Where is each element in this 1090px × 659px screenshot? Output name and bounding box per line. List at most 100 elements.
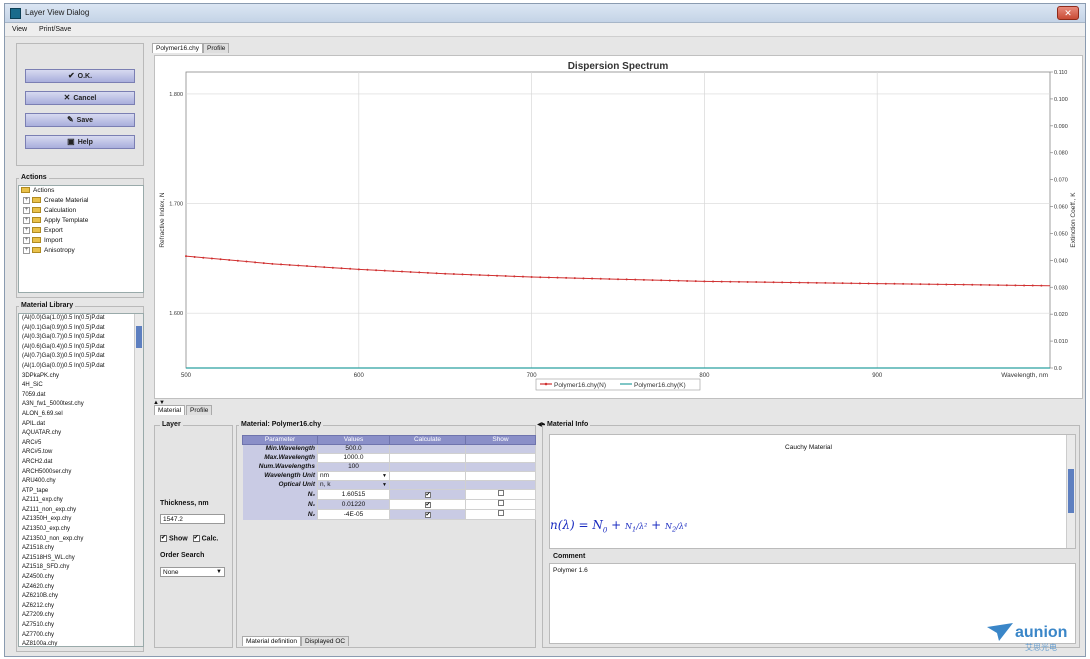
calculate-checkbox[interactable]: ✔: [424, 491, 431, 498]
show-checkbox[interactable]: [497, 500, 504, 506]
expand-icon[interactable]: +: [23, 196, 30, 204]
calculate-checkbox[interactable]: ✔: [424, 501, 431, 508]
library-item[interactable]: APIL.dat: [19, 420, 143, 430]
param-name: N₀: [242, 489, 318, 500]
library-item[interactable]: ARU400.chy: [19, 477, 143, 487]
y2-tick-label: 0.070: [1054, 178, 1068, 184]
param-row: Min.Wavelength 500.0: [242, 444, 536, 454]
library-item[interactable]: 3DPkaPK.chy: [19, 372, 143, 382]
tree-item-export[interactable]: + Export: [19, 226, 143, 236]
library-item[interactable]: AZ1518.chy: [19, 544, 143, 554]
library-scrollbar[interactable]: [134, 314, 143, 646]
series-n-marker: [815, 281, 818, 284]
close-button[interactable]: ✕: [1057, 6, 1079, 20]
library-item[interactable]: ALON_6.69.sel: [19, 410, 143, 420]
library-item[interactable]: AZ4620.chy: [19, 583, 143, 593]
param-value[interactable]: 0.01220: [317, 499, 390, 510]
cancel-button[interactable]: ✕ Cancel: [25, 91, 135, 105]
library-item[interactable]: (Al(1.0)Ga(0.0))0.5 In(0.5)P.dat: [19, 362, 143, 372]
param-value[interactable]: 500.0: [317, 444, 390, 454]
param-value[interactable]: 1000.0: [317, 453, 390, 463]
tree-root[interactable]: Actions: [19, 186, 143, 196]
library-item[interactable]: ARCH5000ser.chy: [19, 468, 143, 478]
calc-checkbox[interactable]: ✔: [192, 535, 200, 542]
library-item[interactable]: (Al(0.0)Ga(1.0))0.5 In(0.5)P.dat: [19, 314, 143, 324]
subtab-material-definition[interactable]: Material definition: [242, 636, 301, 646]
library-item[interactable]: AQUATAR.chy: [19, 429, 143, 439]
tree-item-label: Apply Template: [44, 217, 89, 224]
library-item[interactable]: AZ1350H_exp.chy: [19, 515, 143, 525]
series-n-marker: [357, 268, 360, 271]
library-item[interactable]: AZ1518HS_WL.chy: [19, 554, 143, 564]
tree-item-import[interactable]: + Import: [19, 236, 143, 246]
menu-view[interactable]: View: [12, 26, 27, 33]
library-item[interactable]: AZ111_non_exp.chy: [19, 506, 143, 516]
save-button[interactable]: ✎ Save: [25, 113, 135, 127]
library-item[interactable]: AZ1350J_non_exp.chy: [19, 535, 143, 545]
library-item[interactable]: (Al(0.1)Ga(0.9))0.5 In(0.5)P.dat: [19, 324, 143, 334]
tree-item-create-material[interactable]: + Create Material: [19, 196, 143, 206]
param-value[interactable]: -4E-05: [317, 509, 390, 520]
order-search-select[interactable]: None ▼: [160, 567, 225, 577]
series-n-marker: [236, 259, 239, 262]
expand-icon[interactable]: +: [23, 206, 30, 214]
expand-icon[interactable]: +: [23, 216, 30, 224]
expand-icon[interactable]: +: [23, 236, 30, 244]
expand-icon[interactable]: +: [23, 226, 30, 234]
tree-item-apply-template[interactable]: + Apply Template: [19, 216, 143, 226]
tab-material[interactable]: Material: [154, 405, 186, 415]
expand-icon[interactable]: +: [23, 246, 30, 254]
library-item[interactable]: ARC#5.tow: [19, 448, 143, 458]
y-tick-label: 1.600: [169, 311, 183, 317]
material-library-list[interactable]: (Al(0.0)Ga(1.0))0.5 In(0.5)P.dat (Al(0.1)…: [18, 313, 144, 647]
param-show-cell: [465, 489, 536, 500]
help-button[interactable]: ▣ Help: [25, 135, 135, 149]
info-scrollbar[interactable]: [1066, 435, 1075, 548]
show-checkbox[interactable]: ✔: [160, 535, 167, 542]
library-item[interactable]: (Al(0.6)Ga(0.4))0.5 In(0.5)P.dat: [19, 343, 143, 353]
x-tick-label: 800: [699, 373, 710, 379]
tree-item-calculation[interactable]: + Calculation: [19, 206, 143, 216]
subtab-displayed-oc[interactable]: Displayed OC: [301, 636, 350, 646]
library-item[interactable]: AZ111_exp.chy: [19, 496, 143, 506]
library-item[interactable]: AZ1518_SFD.chy: [19, 563, 143, 573]
library-item[interactable]: (Al(0.3)Ga(0.7))0.5 In(0.5)P.dat: [19, 333, 143, 343]
library-item[interactable]: ARC#5: [19, 439, 143, 449]
param-row: Max.Wavelength 1000.0: [242, 453, 536, 463]
library-item[interactable]: (Al(0.7)Ga(0.3))0.5 In(0.5)P.dat: [19, 352, 143, 362]
show-checkbox[interactable]: [497, 490, 504, 496]
library-item[interactable]: AZ1350J_exp.chy: [19, 525, 143, 535]
library-item[interactable]: AZ6212.chy: [19, 602, 143, 612]
tab-profile-bottom[interactable]: Profile: [186, 405, 213, 415]
param-select-value: n, k: [320, 481, 331, 488]
library-item[interactable]: AZ4500.chy: [19, 573, 143, 583]
param-value[interactable]: n, k ▼: [317, 480, 390, 490]
series-n-marker: [435, 272, 438, 275]
library-item[interactable]: AZ7700.chy: [19, 631, 143, 641]
menu-print-save[interactable]: Print/Save: [39, 26, 71, 33]
library-item[interactable]: AZ8100a.chy: [19, 640, 143, 646]
library-item[interactable]: ATP_tape: [19, 487, 143, 497]
library-item[interactable]: AZ7510.chy: [19, 621, 143, 631]
folder-icon: [32, 237, 41, 244]
library-item[interactable]: AZ6210B.chy: [19, 592, 143, 602]
ok-button[interactable]: ✔ O.K.: [25, 69, 135, 83]
calculate-checkbox[interactable]: ✔: [424, 511, 431, 518]
param-value[interactable]: nm ▼: [317, 471, 390, 481]
library-item[interactable]: 4H_SiC: [19, 381, 143, 391]
param-value[interactable]: 100: [317, 462, 390, 472]
library-item[interactable]: 7059.dat: [19, 391, 143, 401]
library-item[interactable]: A3N_fw1_5000test.chy: [19, 400, 143, 410]
scroll-thumb[interactable]: [136, 326, 142, 348]
show-checkbox[interactable]: [497, 510, 504, 516]
tab-polymer16[interactable]: Polymer16.chy: [152, 43, 203, 53]
tab-profile[interactable]: Profile: [203, 43, 230, 53]
library-item[interactable]: AZ7209.chy: [19, 611, 143, 621]
param-value[interactable]: 1.60515: [317, 489, 390, 500]
tree-item-anisotropy[interactable]: + Anisotropy: [19, 246, 143, 256]
thickness-input[interactable]: 1547.2: [160, 514, 225, 524]
info-scroll-thumb[interactable]: [1068, 469, 1074, 513]
library-item[interactable]: ARCH2.dat: [19, 458, 143, 468]
menu-bar: View Print/Save: [5, 23, 1085, 37]
series-n-marker: [228, 259, 231, 262]
